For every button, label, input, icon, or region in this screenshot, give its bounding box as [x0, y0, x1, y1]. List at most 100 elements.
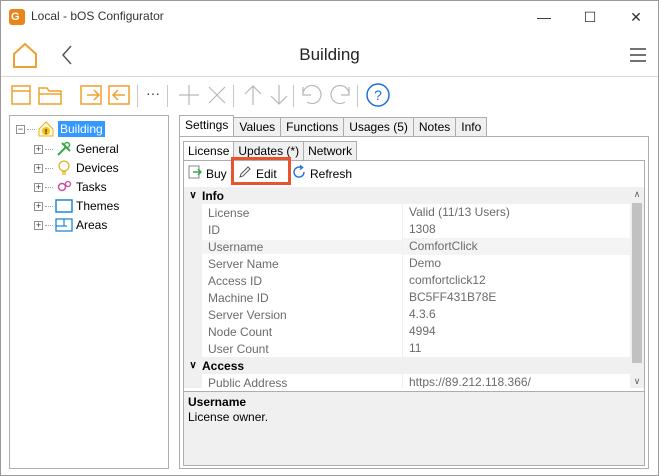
undo-icon[interactable]	[299, 83, 325, 110]
tree-item-label: Building	[58, 121, 105, 137]
property-value: ComfortClick	[402, 238, 634, 255]
app-logo-icon: G	[9, 9, 25, 25]
delete-icon[interactable]	[205, 83, 229, 110]
property-value: 4994	[402, 323, 634, 340]
property-row[interactable]: ID 1308	[184, 221, 634, 238]
tab-settings[interactable]: Settings	[179, 115, 235, 137]
import-icon[interactable]	[79, 83, 103, 110]
property-row[interactable]: Server Version 4.3.6	[184, 306, 634, 323]
svg-text:?: ?	[374, 87, 382, 103]
maximize-button[interactable]: ☐	[567, 1, 613, 33]
property-row[interactable]: Public Address https://89.212.118.366/	[184, 374, 634, 388]
collapse-chevron-icon[interactable]: ∨	[184, 190, 202, 201]
tab-usages[interactable]: Usages (5)	[343, 117, 414, 137]
property-row[interactable]: Machine ID BC5FF431B78E	[184, 289, 634, 306]
buy-icon	[188, 165, 203, 182]
toolbar-separator	[293, 85, 294, 107]
tree-view[interactable]: − ! Building + General + Devices + Tasks…	[9, 115, 169, 469]
tree-item-devices[interactable]: + Devices	[34, 159, 119, 177]
category-label: Access	[202, 358, 245, 373]
export-icon[interactable]	[107, 83, 131, 110]
property-value: Valid (11/13 Users)	[402, 204, 634, 221]
property-name: Access ID	[208, 273, 263, 288]
description-panel: Username License owner.	[184, 391, 644, 465]
refresh-button[interactable]: Refresh	[292, 164, 352, 182]
tab-values[interactable]: Values	[233, 117, 282, 137]
property-row[interactable]: Node Count 4994	[184, 323, 634, 340]
refresh-icon	[292, 164, 306, 182]
tree-item-label: Devices	[76, 161, 119, 175]
title-bar: G Local - bOS Configurator — ☐ ✕	[1, 1, 658, 33]
open-icon[interactable]	[37, 83, 63, 110]
buy-button[interactable]: Buy	[188, 165, 227, 182]
property-name: Server Version	[208, 307, 287, 322]
add-icon[interactable]	[177, 83, 201, 110]
property-row[interactable]: License Valid (11/13 Users)	[184, 204, 634, 221]
app-window: G Local - bOS Configurator — ☐ ✕ Buildin…	[0, 0, 659, 476]
toolbar-separator	[233, 85, 234, 107]
category-access[interactable]: ∨ Access	[184, 357, 634, 374]
window-title: Local - bOS Configurator	[31, 9, 164, 23]
toolbar-separator	[167, 85, 168, 107]
tab-notes[interactable]: Notes	[412, 117, 457, 137]
svg-text:!: !	[45, 129, 47, 136]
property-grid[interactable]: ∨ Info License Valid (11/13 Users) ID 13…	[184, 187, 644, 388]
monitor-icon	[55, 198, 73, 214]
floorplan-icon	[55, 217, 73, 233]
tab-functions[interactable]: Functions	[280, 117, 345, 137]
toolbar-separator	[357, 85, 358, 107]
collapse-chevron-icon[interactable]: ∨	[184, 360, 202, 371]
tab-info[interactable]: Info	[455, 117, 488, 137]
collapse-icon[interactable]: −	[16, 124, 25, 134]
property-row[interactable]: Server Name Demo	[184, 255, 634, 272]
move-up-icon[interactable]	[241, 83, 265, 110]
tools-icon	[55, 141, 73, 157]
tree-item-themes[interactable]: + Themes	[34, 197, 119, 215]
new-icon[interactable]	[9, 83, 33, 110]
scroll-thumb[interactable]	[632, 203, 642, 363]
tree-item-building[interactable]: − ! Building	[16, 120, 105, 138]
property-value: Demo	[402, 255, 634, 272]
property-name: User Count	[208, 341, 269, 356]
expand-icon[interactable]: +	[34, 182, 43, 192]
property-value: 1308	[402, 221, 634, 238]
menu-icon[interactable]	[629, 46, 647, 67]
property-row[interactable]: User Count 11	[184, 340, 634, 357]
property-value: https://89.212.118.366/	[402, 374, 634, 388]
help-icon[interactable]: ?	[365, 82, 391, 111]
tree-item-label: Areas	[76, 218, 108, 232]
expand-icon[interactable]: +	[34, 144, 43, 154]
tab-network[interactable]: Network	[303, 141, 358, 160]
scroll-down-icon[interactable]: ∨	[630, 374, 644, 388]
home-warning-icon: !	[37, 121, 55, 137]
header-bar: Building	[1, 33, 658, 77]
category-info[interactable]: ∨ Info	[184, 187, 634, 204]
tree-item-areas[interactable]: + Areas	[34, 216, 107, 234]
property-row[interactable]: Username ComfortClick	[184, 238, 634, 255]
toolbar-separator	[137, 85, 138, 107]
property-row[interactable]: Access ID comfortclick12	[184, 272, 634, 289]
tree-item-tasks[interactable]: + Tasks	[34, 178, 107, 196]
edit-highlight-box	[231, 157, 291, 185]
toolbar: ··· ?	[1, 79, 658, 113]
expand-icon[interactable]: +	[34, 220, 43, 230]
description-title: Username	[188, 395, 247, 409]
more-button[interactable]: ···	[146, 85, 160, 101]
tree-item-general[interactable]: + General	[34, 140, 119, 158]
redo-icon[interactable]	[327, 83, 353, 110]
main-tabs: Settings Values Functions Usages (5) Not…	[179, 115, 488, 137]
settings-tab-content: License Updates (*) Network Buy Edit Ref…	[179, 136, 649, 469]
description-text: License owner.	[188, 410, 269, 424]
move-down-icon[interactable]	[267, 83, 291, 110]
expand-icon[interactable]: +	[34, 201, 43, 211]
buy-label: Buy	[206, 166, 227, 181]
minimize-button[interactable]: —	[521, 1, 567, 33]
expand-icon[interactable]: +	[34, 163, 43, 173]
tree-item-label: Tasks	[76, 180, 107, 194]
vertical-scrollbar[interactable]: ∧ ∨	[630, 187, 644, 388]
category-label: Info	[202, 188, 224, 203]
property-name: Node Count	[208, 324, 273, 339]
close-button[interactable]: ✕	[613, 1, 659, 33]
scroll-up-icon[interactable]: ∧	[630, 187, 644, 201]
tab-license[interactable]: License	[183, 141, 235, 160]
